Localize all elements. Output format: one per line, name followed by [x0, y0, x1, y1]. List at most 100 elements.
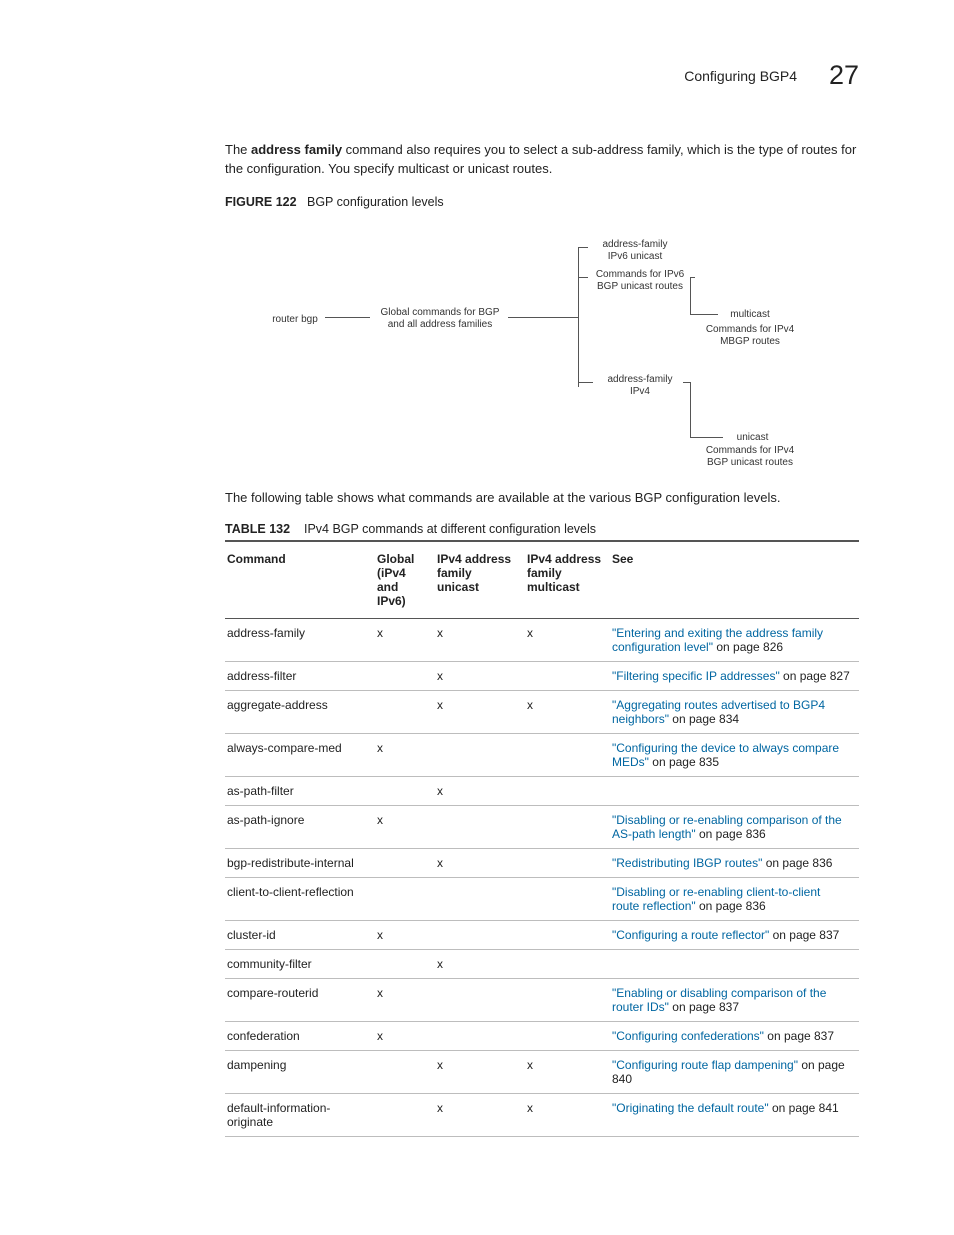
cell-unicast	[435, 877, 525, 920]
cell-unicast: x	[435, 618, 525, 661]
page-ref: on page 836	[696, 827, 766, 841]
cell-multicast: x	[525, 690, 610, 733]
cell-command: dampening	[225, 1050, 375, 1093]
text: IPv4 address	[437, 552, 511, 566]
cell-global	[375, 1050, 435, 1093]
th-command: Command	[225, 546, 375, 619]
text: Commands for IPv4	[706, 445, 794, 456]
text: Commands for IPv4	[706, 324, 794, 335]
th-see: See	[610, 546, 859, 619]
intro-paragraph: The address family command also requires…	[225, 141, 859, 179]
table-row: compare-routeridx "Enabling or disabling …	[225, 978, 859, 1021]
text: IPv4 address	[527, 552, 601, 566]
cell-global	[375, 661, 435, 690]
cell-see: "Configuring confederations" on page 837	[610, 1021, 859, 1050]
cell-global	[375, 1093, 435, 1136]
cell-see: "Redistributing IBGP routes" on page 836	[610, 848, 859, 877]
cell-multicast	[525, 949, 610, 978]
cross-ref-link[interactable]: "Configuring a route reflector"	[612, 928, 769, 942]
cell-command: confederation	[225, 1021, 375, 1050]
table-row: address-familyxxx"Entering and exiting t…	[225, 618, 859, 661]
page-header: Configuring BGP4 27	[225, 60, 859, 91]
cell-multicast	[525, 920, 610, 949]
cell-unicast: x	[435, 661, 525, 690]
cell-command: compare-routerid	[225, 978, 375, 1021]
table-row: always-compare-medx"Configuring the devi…	[225, 733, 859, 776]
th-global: Global (iPv4 and IPv6)	[375, 546, 435, 619]
text: address-family	[602, 239, 667, 250]
figure-number: FIGURE 122	[225, 195, 297, 209]
cross-ref-link[interactable]: "Configuring confederations"	[612, 1029, 764, 1043]
text: BGP unicast routes	[597, 281, 683, 292]
cell-command: client-to-client-reflection	[225, 877, 375, 920]
page-ref: on page 834	[669, 712, 739, 726]
page: Configuring BGP4 27 The address family c…	[0, 0, 954, 1177]
cell-unicast: x	[435, 690, 525, 733]
fig-unicast: unicast	[725, 432, 780, 445]
cross-ref-link[interactable]: "Originating the default route"	[612, 1101, 769, 1115]
table-row: cluster-idx"Configuring a route reflecto…	[225, 920, 859, 949]
cell-see: "Disabling or re-enabling comparison of …	[610, 805, 859, 848]
table-row: community-filterx	[225, 949, 859, 978]
text: IPv4	[630, 386, 650, 397]
page-ref: on page 837	[669, 1000, 739, 1014]
cell-unicast	[435, 733, 525, 776]
cell-command: always-compare-med	[225, 733, 375, 776]
cell-multicast	[525, 805, 610, 848]
cell-global	[375, 877, 435, 920]
table-row: default-information-originatexx"Originat…	[225, 1093, 859, 1136]
cell-unicast	[435, 805, 525, 848]
cell-unicast: x	[435, 848, 525, 877]
fig-af-ipv6: address-family IPv6 unicast	[585, 239, 685, 264]
cell-multicast	[525, 661, 610, 690]
cell-see	[610, 949, 859, 978]
text: family	[527, 566, 562, 580]
page-ref: on page 826	[713, 640, 783, 654]
cell-unicast	[435, 978, 525, 1021]
figure-diagram: router bgp Global commands for BGP and a…	[225, 217, 859, 477]
cell-see: "Configuring the device to always compar…	[610, 733, 859, 776]
cell-multicast: x	[525, 1093, 610, 1136]
cell-multicast: x	[525, 618, 610, 661]
chapter-number: 27	[829, 60, 859, 90]
cross-ref-link[interactable]: "Filtering specific IP addresses"	[612, 669, 780, 683]
cell-unicast: x	[435, 1093, 525, 1136]
cell-see: "Filtering specific IP addresses" on pag…	[610, 661, 859, 690]
cell-multicast	[525, 1021, 610, 1050]
cell-multicast	[525, 848, 610, 877]
page-ref: on page 836	[696, 899, 766, 913]
bold-term: address family	[251, 142, 342, 157]
cell-command: default-information-originate	[225, 1093, 375, 1136]
cross-ref-link[interactable]: "Configuring route flap dampening"	[612, 1058, 798, 1072]
table-header-row: Command Global (iPv4 and IPv6) IPv4 addr…	[225, 546, 859, 619]
cell-command: as-path-ignore	[225, 805, 375, 848]
cell-see: "Originating the default route" on page …	[610, 1093, 859, 1136]
table-row: as-path-filterx	[225, 776, 859, 805]
cell-multicast	[525, 733, 610, 776]
cell-unicast	[435, 920, 525, 949]
table-title: IPv4 BGP commands at different configura…	[304, 522, 596, 536]
text: family unicast	[437, 566, 479, 594]
cell-global: x	[375, 618, 435, 661]
fig-ipv6-cmds: Commands for IPv6 BGP unicast routes	[585, 269, 695, 294]
fig-router-bgp: router bgp	[265, 314, 325, 327]
text: The	[225, 142, 251, 157]
table-number: TABLE 132	[225, 522, 290, 536]
cross-ref-link[interactable]: "Redistributing IBGP routes"	[612, 856, 762, 870]
cell-see: "Enabling or disabling comparison of the…	[610, 978, 859, 1021]
cell-global	[375, 949, 435, 978]
cell-multicast	[525, 877, 610, 920]
cell-see: "Configuring route flap dampening" on pa…	[610, 1050, 859, 1093]
cross-ref-link[interactable]: "Configuring the device to always compar…	[612, 741, 839, 769]
cell-command: as-path-filter	[225, 776, 375, 805]
cell-global: x	[375, 978, 435, 1021]
section-title: Configuring BGP4	[684, 68, 797, 84]
figure-title: BGP configuration levels	[307, 195, 444, 209]
table-row: client-to-client-reflection"Disabling or…	[225, 877, 859, 920]
fig-multicast: multicast	[720, 309, 780, 322]
figure-caption: FIGURE 122 BGP configuration levels	[225, 195, 859, 209]
cell-global	[375, 776, 435, 805]
table-row: dampeningxx"Configuring route flap dampe…	[225, 1050, 859, 1093]
cell-unicast	[435, 1021, 525, 1050]
page-ref: on page 837	[769, 928, 839, 942]
